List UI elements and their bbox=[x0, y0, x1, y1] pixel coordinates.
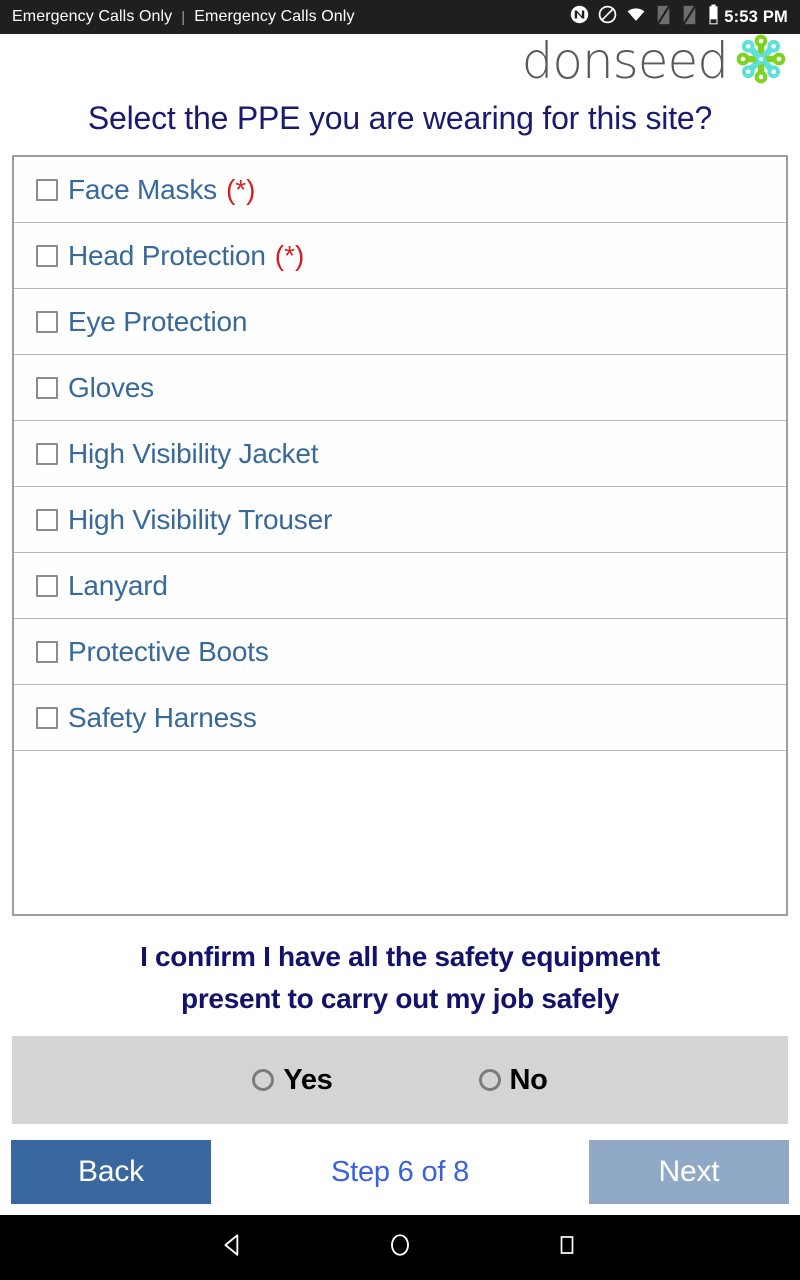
page-title: Select the PPE you are wearing for this … bbox=[87, 100, 713, 136]
status-clock: 5:53 PM bbox=[724, 7, 788, 26]
recents-square-icon bbox=[555, 1233, 579, 1262]
back-triangle-icon bbox=[220, 1232, 246, 1263]
back-button[interactable]: Back bbox=[11, 1140, 211, 1204]
radio-option-yes[interactable]: Yes bbox=[252, 1063, 333, 1097]
back-button-label: Back bbox=[78, 1155, 144, 1188]
carrier-left-label: Emergency Calls Only bbox=[12, 8, 173, 25]
ppe-list-item[interactable]: Gloves bbox=[14, 355, 786, 421]
checkbox-icon[interactable] bbox=[36, 244, 58, 267]
radio-label-no: No bbox=[509, 1063, 548, 1096]
nfc-icon bbox=[570, 5, 589, 29]
ppe-list-item[interactable]: Protective Boots bbox=[14, 619, 786, 685]
ppe-item-label: Head Protection bbox=[68, 239, 266, 271]
ppe-list-item[interactable]: Face Masks (*) bbox=[14, 157, 786, 223]
radio-option-no[interactable]: No bbox=[478, 1063, 548, 1097]
confirmation-statement: I confirm I have all the safety equipmen… bbox=[0, 936, 800, 1020]
ppe-item-label: Eye Protection bbox=[68, 305, 248, 337]
ppe-list-item[interactable]: Lanyard bbox=[14, 553, 786, 619]
checkbox-icon[interactable] bbox=[36, 508, 58, 531]
nav-back-button[interactable] bbox=[203, 1218, 263, 1278]
confirmation-radio-group[interactable]: Yes No bbox=[12, 1036, 788, 1124]
wifi-icon bbox=[626, 5, 646, 29]
carrier-right-label: Emergency Calls Only bbox=[194, 8, 355, 25]
home-circle-icon bbox=[387, 1232, 413, 1263]
checkbox-icon[interactable] bbox=[36, 376, 58, 399]
ppe-item-label: High Visibility Jacket bbox=[68, 437, 319, 469]
app-screen: Emergency Calls Only | Emergency Calls O… bbox=[0, 0, 800, 1280]
ppe-item-label: Safety Harness bbox=[68, 701, 257, 733]
ppe-list-item[interactable]: High Visibility Trouser bbox=[14, 487, 786, 553]
status-icons bbox=[570, 4, 720, 30]
brand-wordmark: donseed bbox=[521, 32, 729, 90]
nav-recents-button[interactable] bbox=[537, 1218, 597, 1278]
ppe-list-item[interactable]: Eye Protection bbox=[14, 289, 786, 355]
donseed-flower-icon bbox=[732, 30, 790, 93]
checkbox-icon[interactable] bbox=[36, 178, 58, 201]
do-not-disturb-icon bbox=[598, 5, 617, 29]
ppe-item-label: High Visibility Trouser bbox=[68, 503, 333, 535]
confirmation-line-2: present to carry out my job safely bbox=[181, 983, 619, 1014]
ppe-list-item[interactable]: Head Protection (*) bbox=[14, 223, 786, 289]
android-status-bar: Emergency Calls Only | Emergency Calls O… bbox=[0, 0, 800, 34]
required-marker: (*) bbox=[274, 239, 305, 271]
android-nav-bar bbox=[0, 1215, 800, 1280]
checkbox-icon[interactable] bbox=[36, 574, 58, 597]
battery-icon bbox=[707, 4, 720, 30]
carrier-labels: Emergency Calls Only | Emergency Calls O… bbox=[12, 8, 355, 26]
sim-no-signal-icon bbox=[655, 4, 672, 30]
brand-logo: donseed bbox=[522, 32, 790, 90]
checkbox-icon[interactable] bbox=[36, 442, 58, 465]
ppe-item-label: Face Masks bbox=[68, 173, 217, 205]
radio-circle-icon[interactable] bbox=[252, 1069, 275, 1091]
carrier-separator: | bbox=[181, 8, 186, 26]
checkbox-icon[interactable] bbox=[36, 310, 58, 333]
next-button-label: Next bbox=[658, 1155, 720, 1188]
required-marker: (*) bbox=[225, 173, 256, 205]
ppe-item-label: Gloves bbox=[68, 371, 154, 403]
checkbox-icon[interactable] bbox=[36, 706, 58, 729]
nav-home-button[interactable] bbox=[370, 1218, 430, 1278]
radio-label-yes: Yes bbox=[283, 1063, 333, 1096]
step-indicator: Step 6 of 8 bbox=[330, 1155, 470, 1188]
ppe-list-item[interactable]: High Visibility Jacket bbox=[14, 421, 786, 487]
ppe-list-item[interactable]: Safety Harness bbox=[14, 685, 786, 751]
ppe-checkbox-list[interactable]: Face Masks (*) Head Protection (*) Eye P… bbox=[12, 155, 788, 916]
confirmation-line-1: I confirm I have all the safety equipmen… bbox=[140, 941, 660, 972]
checkbox-icon[interactable] bbox=[36, 640, 58, 663]
radio-circle-icon[interactable] bbox=[478, 1069, 501, 1091]
sim-no-signal-icon bbox=[681, 4, 698, 30]
ppe-item-label: Lanyard bbox=[68, 569, 168, 601]
ppe-item-label: Protective Boots bbox=[68, 635, 269, 667]
next-button[interactable]: Next bbox=[589, 1140, 789, 1204]
